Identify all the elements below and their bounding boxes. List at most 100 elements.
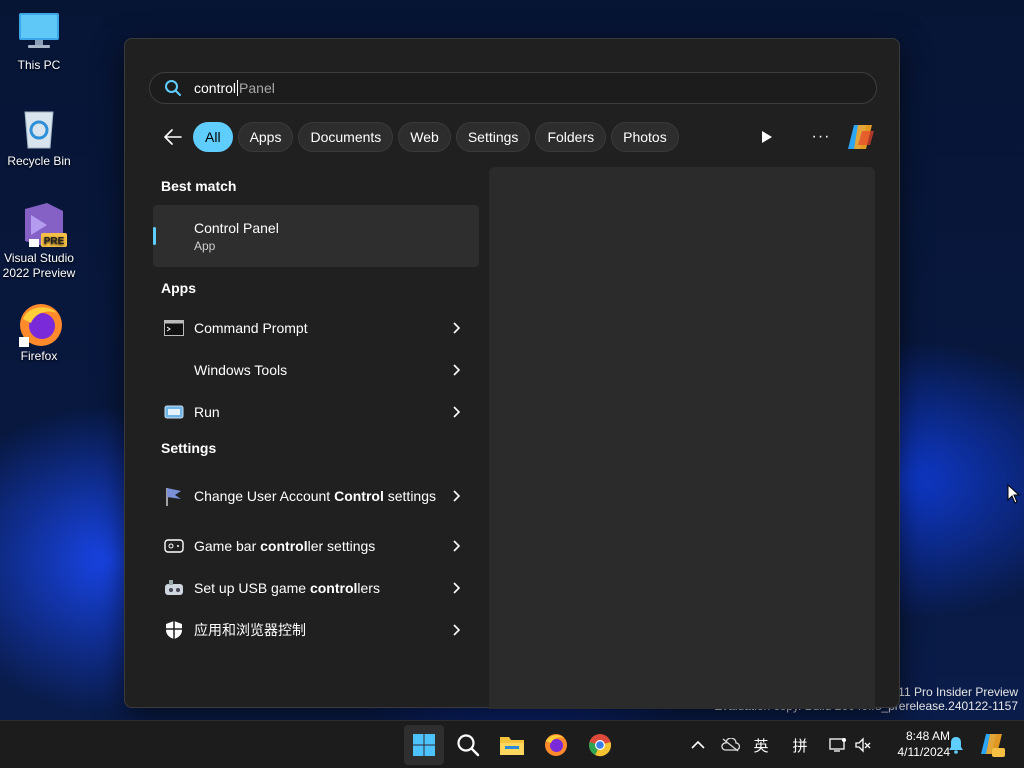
label-part: Set up USB game xyxy=(194,580,310,596)
label-part: Change User Account xyxy=(194,488,335,504)
chrome-icon xyxy=(589,734,611,757)
firefox-icon xyxy=(17,301,62,347)
run-icon xyxy=(163,401,185,423)
notifications-button[interactable] xyxy=(936,725,976,765)
mouse-cursor-icon xyxy=(1007,484,1021,504)
copilot-button[interactable] xyxy=(843,121,877,153)
visual-studio-icon: PRE xyxy=(17,203,67,247)
settings-item-label: 应用和浏览器控制 xyxy=(194,620,439,640)
chevron-right-icon xyxy=(453,540,461,552)
copilot-icon xyxy=(848,125,874,149)
ime-language-button[interactable]: 英 xyxy=(741,725,781,765)
chevron-up-icon xyxy=(691,740,705,749)
settings-item-uac[interactable]: Change User Account Control settings xyxy=(153,467,479,525)
app-item-command-prompt[interactable]: Command Prompt xyxy=(153,307,479,349)
search-icon xyxy=(457,734,480,757)
windows-tools-icon xyxy=(163,359,185,381)
chevron-right-icon xyxy=(453,490,461,502)
uac-flag-icon xyxy=(163,485,185,507)
app-item-label: Windows Tools xyxy=(194,362,288,378)
settings-item-app-browser-control[interactable]: 应用和浏览器控制 xyxy=(153,609,479,651)
play-icon xyxy=(762,131,772,143)
desktop-icon-firefox[interactable]: Firefox xyxy=(1,301,77,364)
desktop-icon-label: This PC xyxy=(17,58,61,72)
desktop-icon-label: Visual Studio 2022 Preview xyxy=(2,251,76,280)
taskbar-file-explorer[interactable] xyxy=(492,725,532,765)
back-button[interactable] xyxy=(157,121,189,153)
taskbar-search-button[interactable] xyxy=(448,725,488,765)
copilot-icon xyxy=(981,734,1005,757)
settings-item-label: Game bar controller settings xyxy=(194,536,439,556)
filter-bar: All Apps Documents Web Settings Folders … xyxy=(157,121,877,153)
selection-indicator xyxy=(153,227,156,245)
recycle-bin-icon xyxy=(17,106,61,150)
app-item-label: Command Prompt xyxy=(194,320,308,336)
best-match-title: Control Panel xyxy=(194,219,279,236)
taskbar-chrome[interactable] xyxy=(580,725,620,765)
search-input[interactable]: control Panel xyxy=(149,72,877,104)
settings-item-usb-controllers[interactable]: Set up USB game controllers xyxy=(153,567,479,609)
chevron-right-icon xyxy=(453,406,461,418)
bell-icon xyxy=(949,737,963,754)
desktop-icon-label: Firefox xyxy=(20,349,58,363)
more-options-button[interactable]: ··· xyxy=(805,121,837,153)
ime-mode-label: 拼 xyxy=(792,737,808,755)
search-autocomplete: Panel xyxy=(239,80,275,96)
filter-actions: ··· xyxy=(751,121,877,153)
section-apps: Apps xyxy=(161,280,196,296)
chevron-right-icon xyxy=(453,322,461,334)
windows-logo-icon xyxy=(413,734,435,756)
game-bar-icon xyxy=(163,535,185,557)
ime-mode-button[interactable]: 拼 xyxy=(780,725,820,765)
settings-item-game-bar[interactable]: Game bar controller settings xyxy=(153,525,479,567)
section-best-match: Best match xyxy=(161,178,237,194)
chevron-right-icon xyxy=(453,624,461,636)
results-list: Best match Control Panel App Apps Comman… xyxy=(153,167,479,651)
folder-icon xyxy=(500,737,524,755)
app-item-label: Run xyxy=(194,404,220,420)
back-arrow-icon xyxy=(164,129,182,145)
desktop-icon-visual-studio[interactable]: PRE Visual Studio 2022 Preview xyxy=(1,203,77,281)
label-part: ler settings xyxy=(307,538,376,554)
desktop-icon-recycle-bin[interactable]: Recycle Bin xyxy=(1,106,77,169)
desktop-icon-this-pc[interactable]: This PC xyxy=(1,10,77,73)
app-item-windows-tools[interactable]: Windows Tools xyxy=(153,349,479,391)
section-settings: Settings xyxy=(161,440,217,456)
start-button[interactable] xyxy=(404,725,444,765)
pre-badge: PRE xyxy=(44,236,65,247)
volume-button[interactable] xyxy=(843,725,883,765)
ime-language-label: 英 xyxy=(753,737,769,755)
label-match: Control xyxy=(334,488,384,504)
filter-chip-folders[interactable]: Folders xyxy=(535,122,607,152)
label-part: Game bar xyxy=(194,538,261,554)
shield-icon xyxy=(163,619,185,641)
app-item-run[interactable]: Run xyxy=(153,391,479,433)
label-part: settings xyxy=(383,488,436,504)
settings-item-label: Set up USB game controllers xyxy=(194,578,439,598)
settings-item-label: Change User Account Control settings xyxy=(194,486,439,506)
filter-chip-web[interactable]: Web xyxy=(398,122,451,152)
best-match-item[interactable]: Control Panel App xyxy=(153,205,479,267)
chevron-right-icon xyxy=(453,582,461,594)
more-filters-button[interactable] xyxy=(751,121,783,153)
search-icon xyxy=(164,79,182,97)
text-caret xyxy=(237,80,239,96)
taskbar-firefox[interactable] xyxy=(536,725,576,765)
filter-chip-settings[interactable]: Settings xyxy=(455,122,531,152)
label-match: control xyxy=(309,580,358,596)
best-match-subtitle: App xyxy=(194,238,216,253)
filter-chip-apps[interactable]: Apps xyxy=(237,122,294,152)
taskbar: 英 拼 8:48 AM 4/11/2024 xyxy=(0,720,1024,768)
monitor-icon xyxy=(17,10,61,54)
filter-chip-all[interactable]: All xyxy=(193,122,233,152)
command-prompt-icon xyxy=(163,317,185,339)
volume-muted-icon xyxy=(855,737,871,753)
chevron-right-icon xyxy=(453,364,461,376)
filter-chip-documents[interactable]: Documents xyxy=(298,122,394,152)
label-part: lers xyxy=(357,580,380,596)
label-part: 应用和浏览器控制 xyxy=(194,622,306,638)
filter-chip-photos[interactable]: Photos xyxy=(611,122,679,152)
copilot-taskbar-button[interactable] xyxy=(972,725,1012,765)
preview-pane xyxy=(489,167,875,709)
usb-gamepad-icon xyxy=(163,577,185,599)
